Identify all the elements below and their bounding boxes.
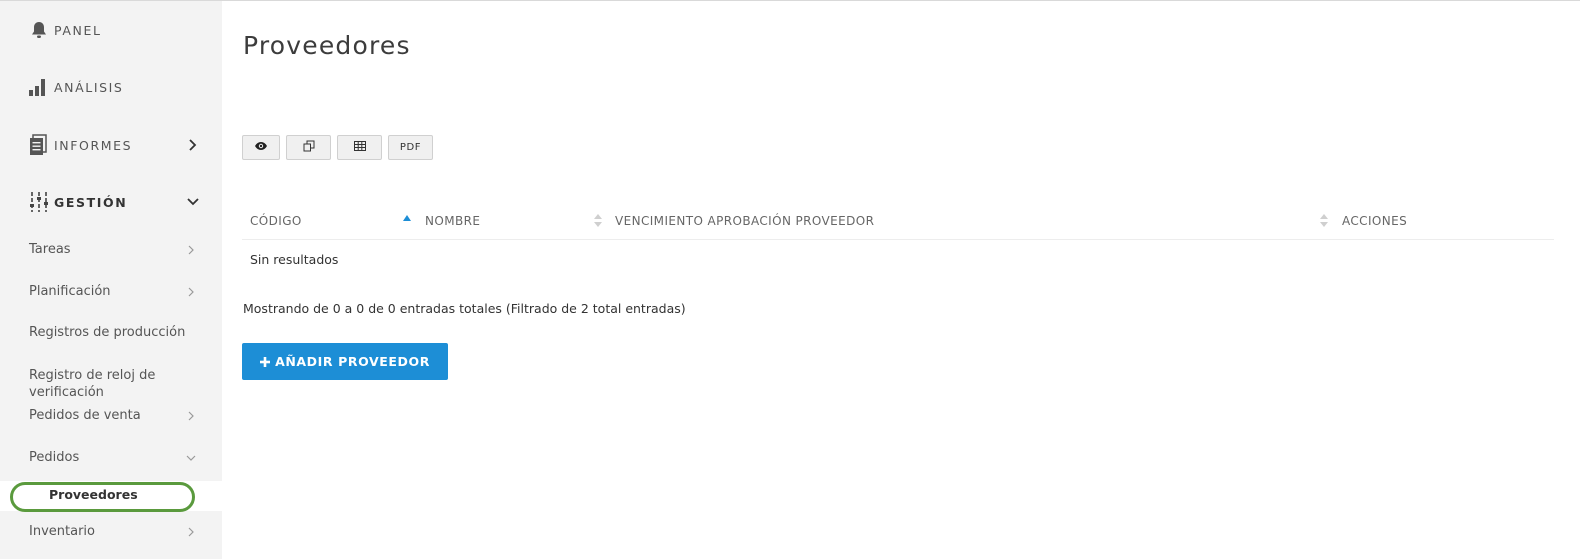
chevron-right-icon (185, 285, 197, 299)
sidebar-item-pedidos-venta[interactable]: Pedidos de venta (0, 396, 222, 436)
excel-export-button[interactable] (337, 135, 382, 160)
pdf-export-button[interactable]: PDF (388, 135, 433, 160)
add-supplier-button[interactable]: AÑADIR PROVEEDOR (242, 343, 448, 380)
sidebar-item-analisis[interactable]: ANÁLISIS (0, 58, 222, 116)
document-icon (29, 134, 49, 156)
sort-icon (594, 214, 602, 228)
sort-ascending-icon (403, 215, 411, 221)
table-icon (353, 141, 366, 154)
copy-icon (303, 140, 315, 155)
sidebar-item-pedidos[interactable]: Pedidos (0, 438, 222, 478)
sidebar-item-label: Planificación (29, 284, 111, 299)
sidebar-item-label: Inventario (29, 524, 95, 539)
column-visibility-button[interactable] (242, 135, 280, 160)
sidebar-item-label: Registros de producción (29, 325, 186, 340)
page-title: Proveedores (243, 31, 411, 60)
sidebar-item-registros-produccion[interactable]: Registros de producción (0, 313, 222, 353)
pdf-button-label: PDF (399, 142, 422, 153)
sidebar-item-tareas[interactable]: Tareas (0, 230, 222, 270)
chevron-down-icon (186, 195, 200, 209)
bar-chart-icon (29, 76, 49, 98)
sidebar-item-informes[interactable]: INFORMES (0, 116, 222, 174)
sidebar-item-label: Proveedores (49, 487, 138, 502)
sidebar-item-panel[interactable]: PANEL (0, 1, 222, 59)
sliders-icon (29, 191, 49, 213)
sort-icon (1320, 214, 1328, 228)
sidebar-item-label: Pedidos de venta (29, 408, 141, 423)
column-header-acciones: ACCIONES (1342, 214, 1408, 228)
column-header-nombre[interactable]: NOMBRE (425, 206, 480, 237)
suppliers-table: CÓDIGO NOMBRE VENCIMIENTO APROBACIÓN PRO… (242, 206, 1554, 267)
main-content: Proveedores PDF CÓDIGO NOMBRE VENCIMIENT… (222, 1, 1580, 559)
sidebar-item-planificacion[interactable]: Planificación (0, 272, 222, 312)
sidebar-item-label: ANÁLISIS (54, 79, 124, 95)
sidebar-item-label: PANEL (54, 22, 102, 38)
sidebar-item-label: INFORMES (54, 137, 133, 153)
sidebar-item-gestion[interactable]: GESTIÓN (0, 173, 222, 231)
sidebar-item-label: Tareas (29, 242, 71, 257)
sidebar-item-label: GESTIÓN (54, 194, 128, 210)
copy-button[interactable] (286, 135, 331, 160)
sidebar-item-proveedores[interactable]: Proveedores (0, 481, 222, 511)
chevron-right-icon (185, 243, 197, 257)
chevron-right-icon (185, 409, 197, 423)
chevron-right-icon (186, 138, 200, 152)
sidebar-item-label: Pedidos (29, 450, 80, 465)
sidebar: PANEL ANÁLISIS INFORMES GESTIÓN Tareas P… (0, 1, 222, 559)
column-header-codigo[interactable]: CÓDIGO (250, 206, 302, 237)
column-header-vencimiento[interactable]: VENCIMIENTO APROBACIÓN PROVEEDOR (615, 206, 874, 237)
sidebar-item-inventario[interactable]: Inventario (0, 512, 222, 552)
eye-icon (254, 141, 268, 154)
chevron-right-icon (185, 525, 197, 539)
table-toolbar: PDF (242, 135, 433, 160)
table-header: CÓDIGO NOMBRE VENCIMIENTO APROBACIÓN PRO… (242, 206, 1554, 240)
bell-icon (29, 19, 49, 41)
add-supplier-label: AÑADIR PROVEEDOR (275, 354, 430, 369)
chevron-down-icon (185, 451, 197, 465)
table-info: Mostrando de 0 a 0 de 0 entradas totales… (243, 301, 686, 316)
plus-icon (260, 354, 271, 370)
empty-table-message: Sin resultados (250, 252, 339, 267)
